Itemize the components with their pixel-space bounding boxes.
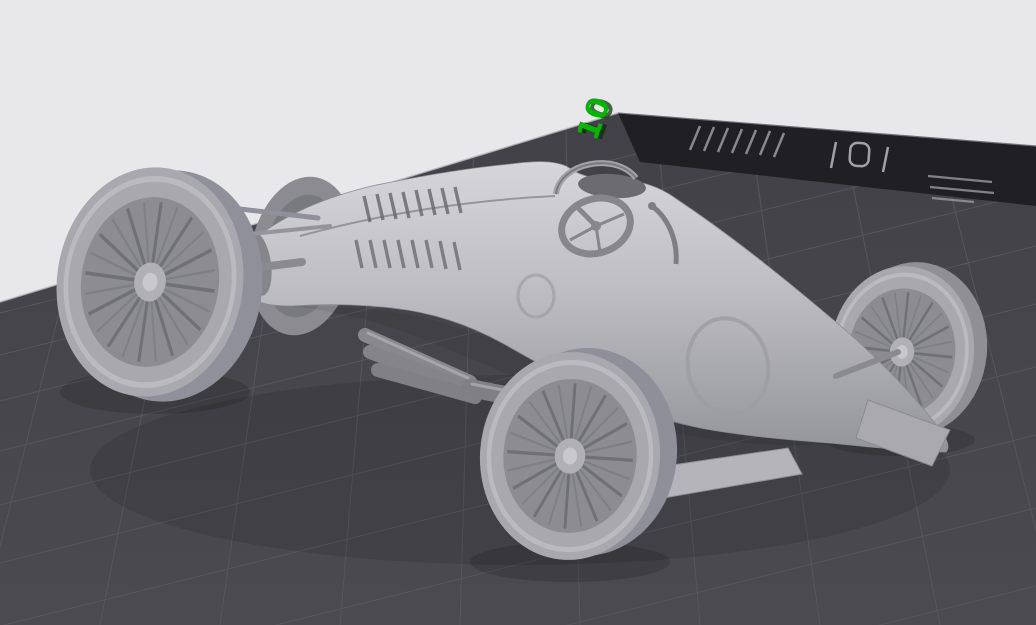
slicer-3d-viewport[interactable]: 10 10: [0, 0, 1036, 625]
